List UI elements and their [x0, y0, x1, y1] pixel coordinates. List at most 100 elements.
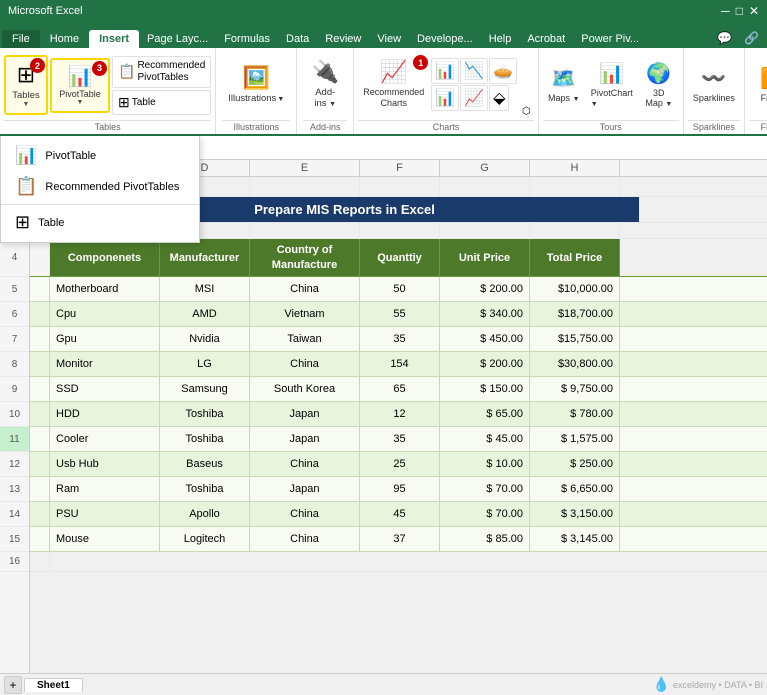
cell-country-8[interactable]: China: [250, 352, 360, 376]
cell-qty-15[interactable]: 37: [360, 527, 440, 551]
cell-manufacturer-11[interactable]: Toshiba: [160, 427, 250, 451]
pivotchart-button[interactable]: 📊 PivotChart ▼: [587, 54, 637, 114]
cell-component-12[interactable]: Usb Hub: [50, 452, 160, 476]
cell-qty-11[interactable]: 35: [360, 427, 440, 451]
tab-page-layout[interactable]: Page Layc...: [139, 30, 216, 48]
tab-file[interactable]: File: [2, 30, 40, 48]
cell-component-15[interactable]: Mouse: [50, 527, 160, 551]
tab-help[interactable]: Help: [481, 30, 520, 48]
cell-qty-6[interactable]: 55: [360, 302, 440, 326]
cell-manufacturer-13[interactable]: Toshiba: [160, 477, 250, 501]
close-icon[interactable]: ✕: [749, 4, 759, 18]
line-chart-button[interactable]: 📉: [460, 58, 488, 84]
cell-total-price-14[interactable]: $ 3,150.00: [530, 502, 620, 526]
cell-qty-13[interactable]: 95: [360, 477, 440, 501]
cell-manufacturer-5[interactable]: MSI: [160, 277, 250, 301]
cell-component-14[interactable]: PSU: [50, 502, 160, 526]
illustrations-button[interactable]: 🖼️ Illustrations▼: [222, 54, 290, 114]
cell-component-10[interactable]: HDD: [50, 402, 160, 426]
cell-qty-8[interactable]: 154: [360, 352, 440, 376]
maps-button[interactable]: 🗺️ Maps ▼: [543, 54, 585, 114]
dropdown-item-table[interactable]: ⊞ Table: [1, 207, 199, 238]
cell-country-5[interactable]: China: [250, 277, 360, 301]
tab-insert[interactable]: Insert: [89, 30, 139, 48]
tab-developer[interactable]: Develope...: [409, 30, 481, 48]
bar-chart-button[interactable]: 📊: [431, 85, 459, 111]
cell-unit-price-7[interactable]: $ 450.00: [440, 327, 530, 351]
addins-button[interactable]: 🔌 Add-ins ▼: [303, 54, 347, 114]
cell-total-price-7[interactable]: $15,750.00: [530, 327, 620, 351]
cell-country-14[interactable]: China: [250, 502, 360, 526]
cell-unit-price-6[interactable]: $ 340.00: [440, 302, 530, 326]
cell-qty-12[interactable]: 25: [360, 452, 440, 476]
recommended-charts-button[interactable]: 📈 1 RecommendedCharts: [358, 54, 429, 114]
area-chart-button[interactable]: 📈: [460, 85, 488, 111]
pie-chart-button[interactable]: 🥧: [489, 58, 517, 84]
cell-unit-price-5[interactable]: $ 200.00: [440, 277, 530, 301]
recommended-pivottables-button[interactable]: 📋 RecommendedPivotTables: [112, 56, 211, 88]
table-button[interactable]: ⊞ Table: [112, 90, 211, 115]
dialog-launcher-charts[interactable]: ⬡: [519, 105, 534, 118]
cell-qty-5[interactable]: 50: [360, 277, 440, 301]
cell-component-5[interactable]: Motherboard: [50, 277, 160, 301]
cell-total-price-12[interactable]: $ 250.00: [530, 452, 620, 476]
tab-review[interactable]: Review: [317, 30, 369, 48]
cell-country-9[interactable]: South Korea: [250, 377, 360, 401]
share-icon[interactable]: 🔗: [738, 28, 765, 48]
cell-unit-price-15[interactable]: $ 85.00: [440, 527, 530, 551]
cell-unit-price-12[interactable]: $ 10.00: [440, 452, 530, 476]
dropdown-item-recommended-pivottables[interactable]: 📋 Recommended PivotTables: [1, 171, 199, 202]
tab-home[interactable]: Home: [40, 30, 89, 48]
cell-total-price-8[interactable]: $30,800.00: [530, 352, 620, 376]
cell-manufacturer-12[interactable]: Baseus: [160, 452, 250, 476]
maximize-icon[interactable]: □: [736, 4, 743, 18]
cell-manufacturer-6[interactable]: AMD: [160, 302, 250, 326]
cell-qty-14[interactable]: 45: [360, 502, 440, 526]
cell-manufacturer-9[interactable]: Samsung: [160, 377, 250, 401]
cell-country-13[interactable]: Japan: [250, 477, 360, 501]
cell-country-15[interactable]: China: [250, 527, 360, 551]
scatter-chart-button[interactable]: ⬙: [489, 85, 509, 111]
cell-unit-price-10[interactable]: $ 65.00: [440, 402, 530, 426]
cell-total-price-9[interactable]: $ 9,750.00: [530, 377, 620, 401]
cell-total-price-6[interactable]: $18,700.00: [530, 302, 620, 326]
tables-button[interactable]: ⊞ Tables 2 ▼: [4, 55, 48, 115]
cell-country-7[interactable]: Taiwan: [250, 327, 360, 351]
cell-manufacturer-14[interactable]: Apollo: [160, 502, 250, 526]
cell-country-11[interactable]: Japan: [250, 427, 360, 451]
tab-formulas[interactable]: Formulas: [216, 30, 278, 48]
cell-unit-price-11[interactable]: $ 45.00: [440, 427, 530, 451]
cell-component-9[interactable]: SSD: [50, 377, 160, 401]
cell-qty-9[interactable]: 65: [360, 377, 440, 401]
cell-component-6[interactable]: Cpu: [50, 302, 160, 326]
cell-unit-price-14[interactable]: $ 70.00: [440, 502, 530, 526]
cell-manufacturer-8[interactable]: LG: [160, 352, 250, 376]
sheet-tab-sheet1[interactable]: Sheet1: [24, 678, 83, 692]
cell-qty-10[interactable]: 12: [360, 402, 440, 426]
sparklines-button[interactable]: 〰️ Sparklines: [688, 54, 740, 114]
cell-component-11[interactable]: Cooler: [50, 427, 160, 451]
tab-acrobat[interactable]: Acrobat: [519, 30, 573, 48]
cell-component-13[interactable]: Ram: [50, 477, 160, 501]
cell-country-12[interactable]: China: [250, 452, 360, 476]
cell-manufacturer-7[interactable]: Nvidia: [160, 327, 250, 351]
minimize-icon[interactable]: ─: [721, 4, 730, 18]
cell-component-8[interactable]: Monitor: [50, 352, 160, 376]
cell-unit-price-13[interactable]: $ 70.00: [440, 477, 530, 501]
cell-qty-7[interactable]: 35: [360, 327, 440, 351]
cell-country-10[interactable]: Japan: [250, 402, 360, 426]
new-sheet-button[interactable]: +: [4, 676, 22, 694]
3dmap-button[interactable]: 🌍 3DMap ▼: [639, 54, 679, 114]
cell-manufacturer-15[interactable]: Logitech: [160, 527, 250, 551]
tab-data[interactable]: Data: [278, 30, 317, 48]
cell-unit-price-8[interactable]: $ 200.00: [440, 352, 530, 376]
cell-component-7[interactable]: Gpu: [50, 327, 160, 351]
cell-total-price-13[interactable]: $ 6,650.00: [530, 477, 620, 501]
cell-total-price-11[interactable]: $ 1,575.00: [530, 427, 620, 451]
cell-manufacturer-10[interactable]: Toshiba: [160, 402, 250, 426]
dropdown-item-pivottable[interactable]: 📊 PivotTable: [1, 140, 199, 171]
pivottable-button[interactable]: 📊 PivotTable 3 ▼: [50, 58, 110, 113]
cell-unit-price-9[interactable]: $ 150.00: [440, 377, 530, 401]
cell-total-price-5[interactable]: $10,000.00: [530, 277, 620, 301]
tab-view[interactable]: View: [369, 30, 409, 48]
